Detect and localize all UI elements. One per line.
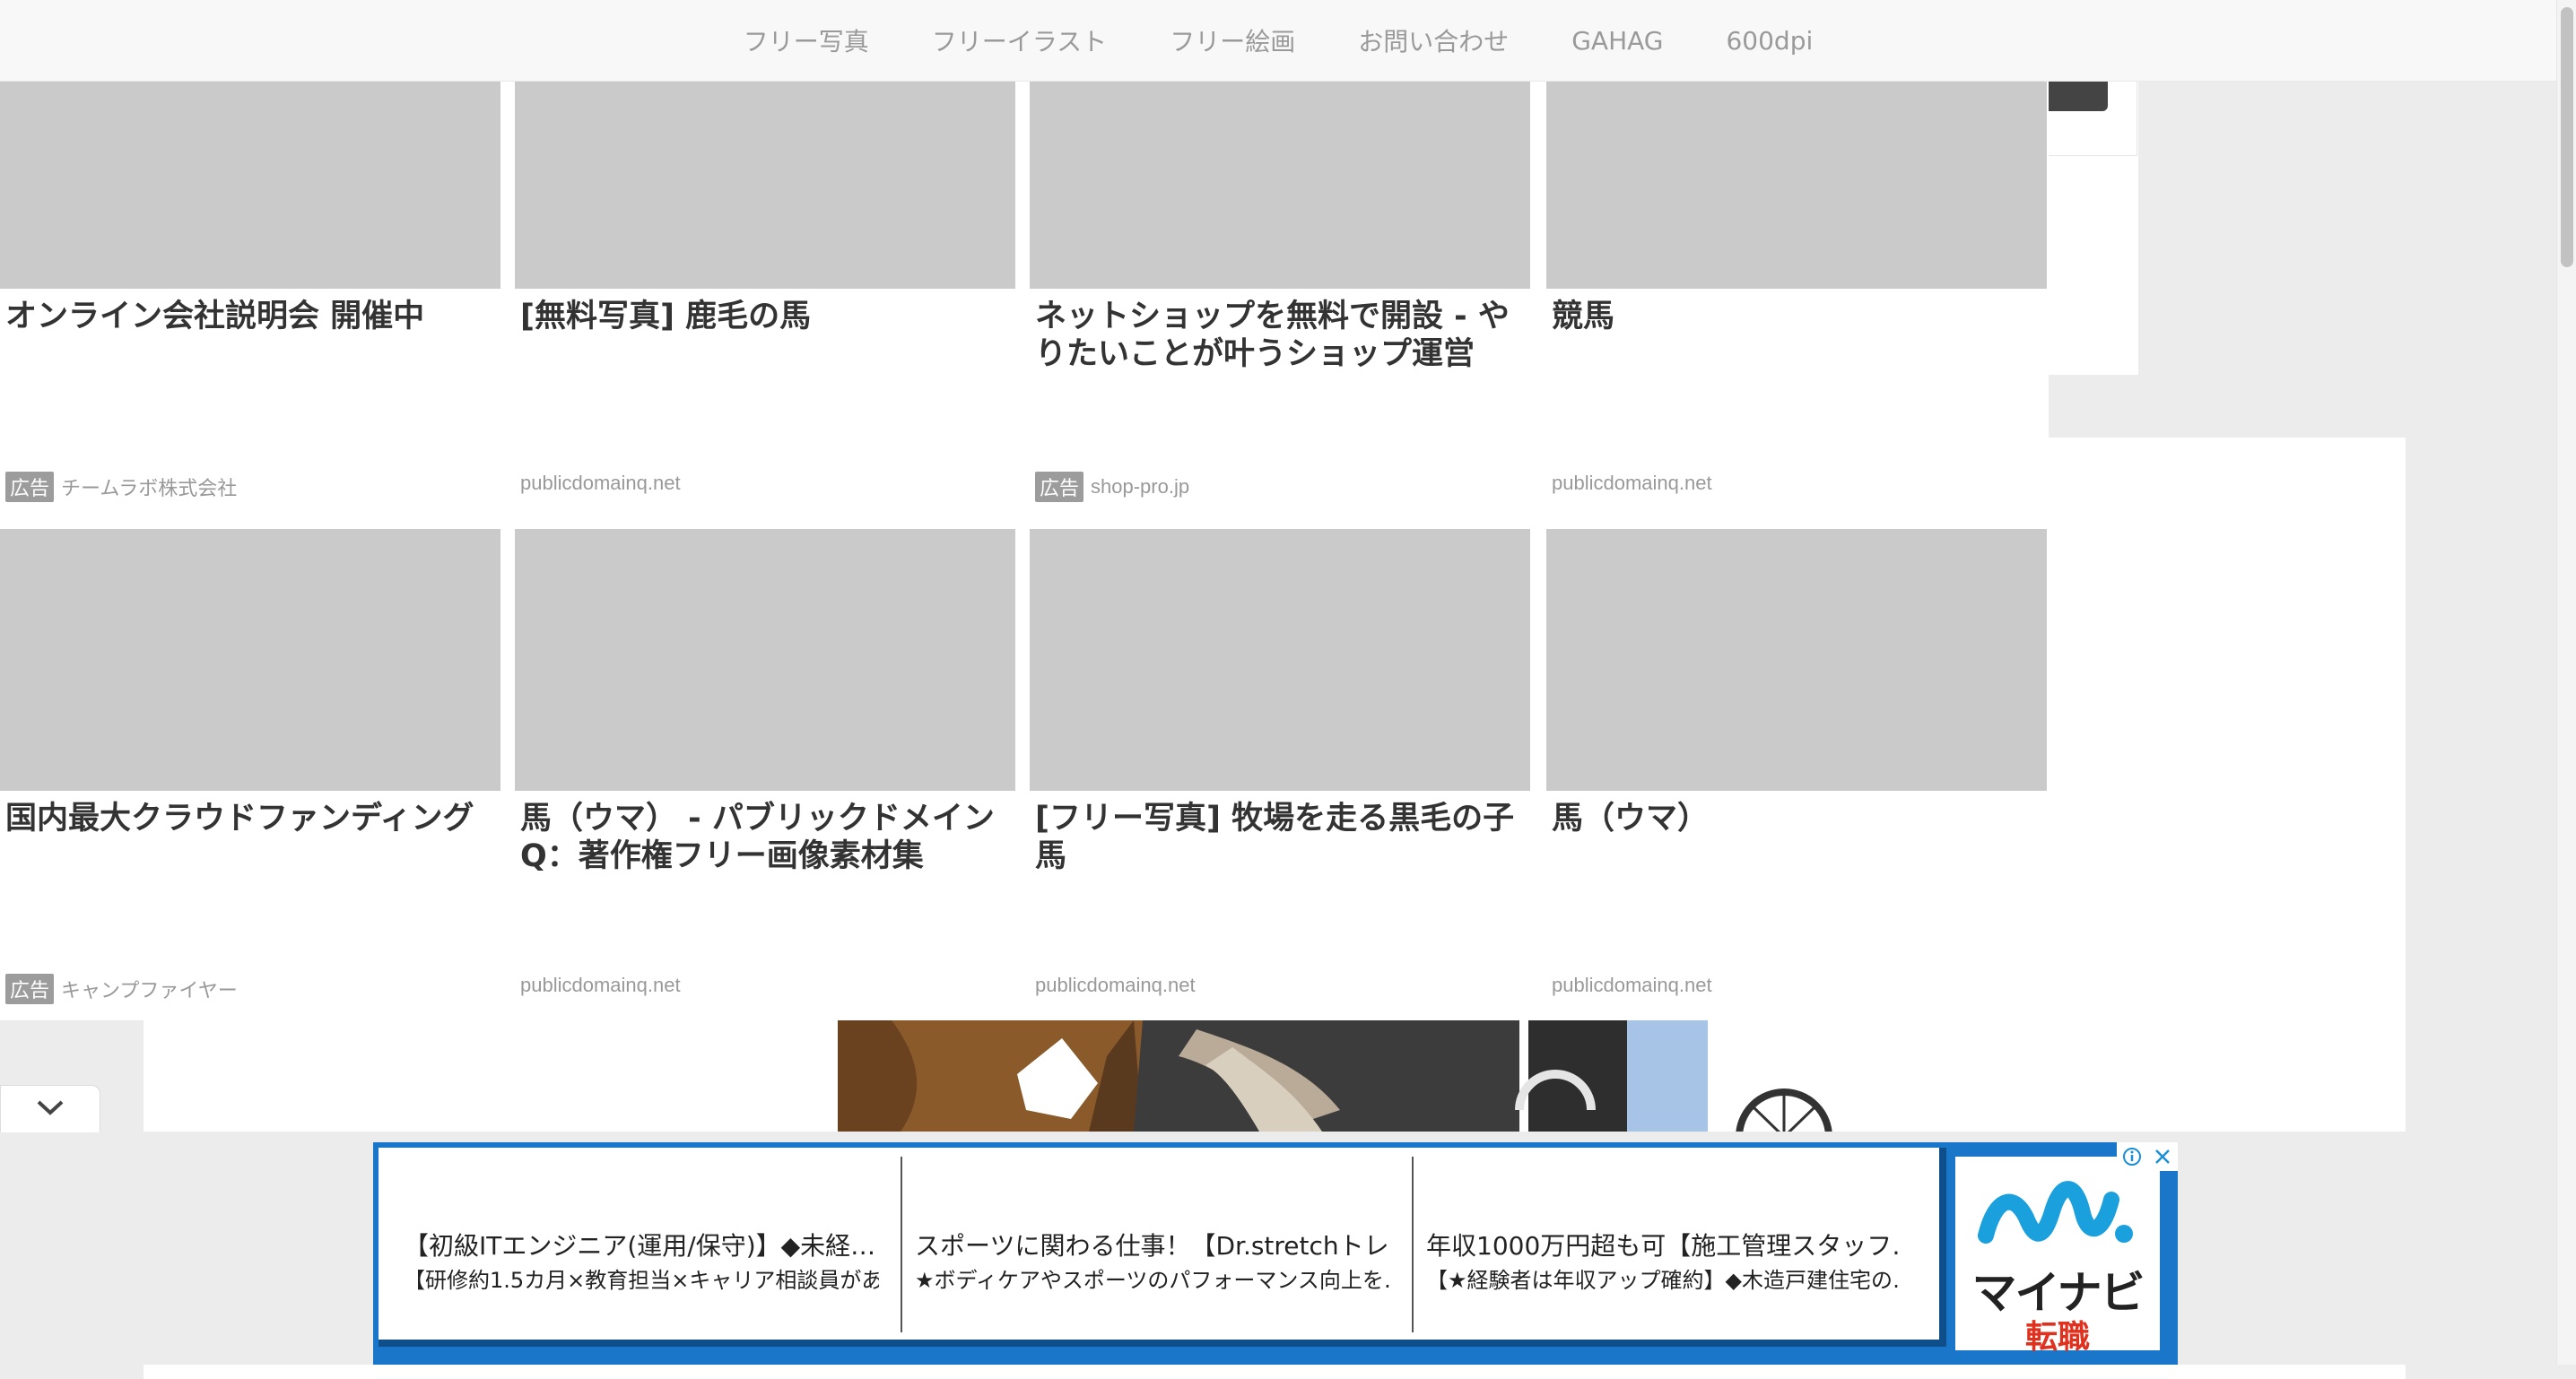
card-source: publicdomainq.net (520, 974, 681, 997)
nav-link-free-illust[interactable]: フリーイラスト (932, 22, 1107, 58)
page-scrollbar[interactable] (2556, 0, 2576, 1365)
card-source: publicdomainq.net (520, 472, 681, 495)
sidebar-dark-button[interactable] (2047, 79, 2108, 111)
ad-badge: 広告 (1035, 472, 1084, 502)
top-navigation: フリー写真 フリーイラスト フリー絵画 お問い合わせ GAHAG 600dpi (0, 0, 2556, 82)
card-source-label: publicdomainq.net (1035, 974, 1196, 996)
chevron-down-icon (35, 1098, 65, 1120)
ad-listing-title[interactable]: スポーツに関わる仕事！【Dr.stretchトレ… (915, 1227, 1390, 1262)
card-source: 広告 チームラボ株式会社 (5, 472, 237, 502)
ad-listing-title[interactable]: 年収1000万円超も可【施工管理スタッフ… (1426, 1227, 1902, 1262)
ad-listing[interactable]: スポーツに関わる仕事！【Dr.stretchトレ… ★ボディケアやスポーツのパフ… (890, 1157, 1401, 1336)
card-title[interactable]: ネットショップを無料で開設 - やりたいことが叶うショップ運営 (1030, 298, 1530, 373)
nav-link-600dpi[interactable]: 600dpi (1726, 26, 1813, 56)
recommendation-card[interactable]: [無料写真] 鹿毛の馬 publicdomainq.net (515, 81, 1015, 502)
card-thumbnail[interactable] (515, 529, 1015, 791)
nav-link-free-photo[interactable]: フリー写真 (744, 22, 869, 58)
card-source: publicdomainq.net (1552, 974, 1712, 997)
ad-listings-panel: 【初級ITエンジニア(運用/保守)】◆未経… 【研修約1.5カ月×教育担当×キャ… (379, 1148, 1946, 1347)
ad-listing-title[interactable]: 【初級ITエンジニア(運用/保守)】◆未経… (404, 1227, 879, 1262)
recommendation-card[interactable]: 競馬 publicdomainq.net (1546, 81, 2047, 502)
card-source-label: publicdomainq.net (520, 974, 681, 996)
card-source: publicdomainq.net (1552, 472, 1712, 495)
mynavi-tenshoku-logo[interactable]: マイナビ 転職 (1955, 1157, 2160, 1356)
recommendation-card[interactable]: オンライン会社説明会 開催中 広告 チームラボ株式会社 (0, 81, 500, 502)
card-thumbnail[interactable] (1030, 529, 1530, 791)
recommendation-card[interactable]: 国内最大クラウドファンディング 広告 キャンプファイヤー (0, 529, 500, 1013)
card-thumbnail[interactable] (1030, 81, 1530, 289)
card-title[interactable]: 国内最大クラウドファンディング (0, 800, 500, 837)
recommendation-card[interactable]: 馬（ウマ） publicdomainq.net (1546, 529, 2047, 1013)
card-thumbnail[interactable] (1546, 529, 2047, 791)
card-source-label: チームラボ株式会社 (61, 477, 238, 499)
card-title[interactable]: オンライン会社説明会 開催中 (0, 298, 500, 335)
card-title[interactable]: [無料写真] 鹿毛の馬 (515, 298, 1015, 335)
ad-listing-desc[interactable]: 【研修約1.5カ月×教育担当×キャリア相談員があ… (404, 1262, 879, 1294)
card-title[interactable]: 競馬 (1546, 298, 2047, 335)
collapse-widget-button[interactable] (0, 1085, 100, 1132)
card-source: publicdomainq.net (1035, 974, 1196, 997)
nav-link-free-painting[interactable]: フリー絵画 (1170, 22, 1295, 58)
card-source-label: publicdomainq.net (1552, 974, 1712, 996)
ad-listing-desc[interactable]: ★ボディケアやスポーツのパフォーマンス向上を… (915, 1262, 1390, 1294)
ad-badge: 広告 (5, 472, 55, 502)
recommendation-card[interactable]: 馬（ウマ） - パブリックドメインQ：著作権フリー画像素材集 publicdom… (515, 529, 1015, 1013)
ad-listing-desc[interactable]: 【★経験者は年収アップ確約】◆木造戸建住宅の… (1426, 1262, 1902, 1294)
card-source-label: publicdomainq.net (520, 472, 681, 494)
card-thumbnail[interactable] (1546, 81, 2047, 289)
nav-link-contact[interactable]: お問い合わせ (1358, 22, 1509, 58)
card-title[interactable]: 馬（ウマ） - パブリックドメインQ：著作権フリー画像素材集 (515, 800, 1015, 875)
card-title[interactable]: [フリー写真] 牧場を走る黒毛の子馬 (1030, 800, 1530, 875)
card-source-label: shop-pro.jp (1091, 475, 1190, 498)
recommendation-card[interactable]: ネットショップを無料で開設 - やりたいことが叶うショップ運営 広告 shop-… (1030, 81, 1530, 502)
bottom-banner-ad[interactable]: 【初級ITエンジニア(運用/保守)】◆未経… 【研修約1.5カ月×教育担当×キャ… (373, 1142, 2178, 1365)
card-title[interactable]: 馬（ウマ） (1546, 800, 2047, 837)
recommendation-card[interactable]: [フリー写真] 牧場を走る黒毛の子馬 publicdomainq.net (1030, 529, 1530, 1013)
card-thumbnail[interactable] (515, 81, 1015, 289)
card-source: 広告 shop-pro.jp (1035, 472, 1189, 502)
card-source-label: publicdomainq.net (1552, 472, 1712, 494)
ad-listing[interactable]: 【初級ITエンジニア(運用/保守)】◆未経… 【研修約1.5カ月×教育担当×キャ… (379, 1157, 890, 1336)
mynavi-swoosh-icon (1977, 1173, 2138, 1257)
carriage-wheel-illustration (1735, 1074, 1833, 1185)
scrollbar-thumb[interactable] (2561, 7, 2573, 267)
info-icon[interactable] (2117, 1142, 2147, 1171)
card-thumbnail[interactable] (0, 529, 500, 791)
close-icon[interactable] (2147, 1142, 2178, 1171)
card-thumbnail[interactable] (0, 81, 500, 289)
card-source-label: キャンプファイヤー (61, 979, 238, 1002)
ad-badge: 広告 (5, 974, 55, 1004)
logo-subtext: 転職 (2024, 1319, 2090, 1356)
card-source: 広告 キャンプファイヤー (5, 974, 238, 1004)
recommendation-widget: オンライン会社説明会 開催中 広告 チームラボ株式会社 [無料写真] 鹿毛の馬 … (0, 81, 2049, 1020)
ad-listing[interactable]: 年収1000万円超も可【施工管理スタッフ… 【★経験者は年収アップ確約】◆木造戸… (1401, 1157, 1912, 1336)
nav-link-gahag[interactable]: GAHAG (1571, 26, 1663, 56)
horse-carriage-illustration (838, 1020, 1708, 1132)
